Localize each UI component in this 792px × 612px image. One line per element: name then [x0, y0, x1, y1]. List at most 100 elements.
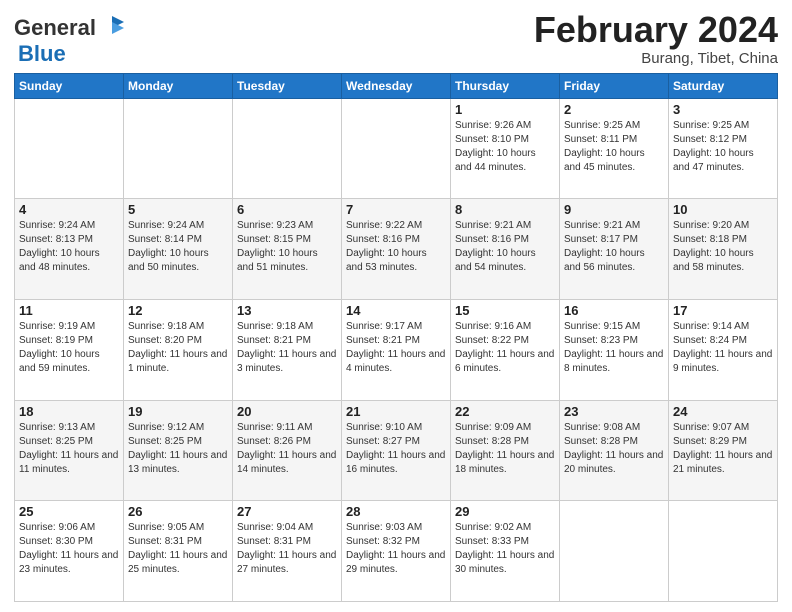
calendar-cell: 2 Sunrise: 9:25 AM Sunset: 8:11 PM Daylig…: [560, 98, 669, 199]
day-info: Sunrise: 9:10 AM Sunset: 8:27 PM Dayligh…: [346, 421, 446, 477]
calendar-cell: 12Sunrise: 9:18 AM Sunset: 8:20 PM Dayli…: [124, 299, 233, 400]
day-info: Sunrise: 9:20 AM Sunset: 8:18 PM Dayligh…: [673, 219, 773, 275]
calendar-cell: 15 Sunrise: 9:16 AM Sunset: 8:22 PM Dayli…: [451, 299, 560, 400]
day-number: 28: [346, 504, 446, 519]
day-number: 9: [564, 202, 664, 217]
day-number: 4: [19, 202, 119, 217]
calendar-cell: 13 Sunrise: 9:18 AM Sunset: 8:21 PM Dayli…: [233, 299, 342, 400]
day-number: 7: [346, 202, 446, 217]
day-info: Sunrise: 9:26 AM Sunset: 8:10 PM Dayligh…: [455, 119, 555, 175]
calendar-cell: 21 Sunrise: 9:10 AM Sunset: 8:27 PM Dayli…: [342, 400, 451, 501]
day-info: Sunrise: 9:25 AM Sunset: 8:12 PM Dayligh…: [673, 119, 773, 175]
header-saturday: Saturday: [669, 73, 778, 98]
calendar-week-1: 1Sunrise: 9:26 AM Sunset: 8:10 PM Daylig…: [15, 98, 778, 199]
day-number: 13: [237, 303, 337, 318]
calendar-cell: 8 Sunrise: 9:21 AM Sunset: 8:16 PM Daylig…: [451, 199, 560, 300]
calendar-cell: 28 Sunrise: 9:03 AM Sunset: 8:32 PM Dayli…: [342, 501, 451, 602]
logo-flag-icon: [98, 14, 126, 42]
day-info: Sunrise: 9:06 AM Sunset: 8:30 PM Dayligh…: [19, 521, 119, 577]
day-info: Sunrise: 9:15 AM Sunset: 8:23 PM Dayligh…: [564, 320, 664, 376]
day-info: Sunrise: 9:16 AM Sunset: 8:22 PM Dayligh…: [455, 320, 555, 376]
calendar-cell: [124, 98, 233, 199]
calendar-cell: 11 Sunrise: 9:19 AM Sunset: 8:19 PM Dayli…: [15, 299, 124, 400]
day-number: 23: [564, 404, 664, 419]
calendar-cell: 27Sunrise: 9:04 AM Sunset: 8:31 PM Dayli…: [233, 501, 342, 602]
day-number: 11: [19, 303, 119, 318]
header-wednesday: Wednesday: [342, 73, 451, 98]
logo: General Blue: [14, 14, 126, 66]
day-number: 3: [673, 102, 773, 117]
calendar-cell: [233, 98, 342, 199]
calendar-cell: 14 Sunrise: 9:17 AM Sunset: 8:21 PM Dayli…: [342, 299, 451, 400]
calendar-cell: [342, 98, 451, 199]
day-info: Sunrise: 9:17 AM Sunset: 8:21 PM Dayligh…: [346, 320, 446, 376]
calendar-cell: 18Sunrise: 9:13 AM Sunset: 8:25 PM Dayli…: [15, 400, 124, 501]
calendar-week-5: 25 Sunrise: 9:06 AM Sunset: 8:30 PM Dayli…: [15, 501, 778, 602]
day-info: Sunrise: 9:03 AM Sunset: 8:32 PM Dayligh…: [346, 521, 446, 577]
day-info: Sunrise: 9:11 AM Sunset: 8:26 PM Dayligh…: [237, 421, 337, 477]
day-info: Sunrise: 9:07 AM Sunset: 8:29 PM Dayligh…: [673, 421, 773, 477]
day-info: Sunrise: 9:25 AM Sunset: 8:11 PM Dayligh…: [564, 119, 664, 175]
day-info: Sunrise: 9:19 AM Sunset: 8:19 PM Dayligh…: [19, 320, 119, 376]
day-number: 17: [673, 303, 773, 318]
day-info: Sunrise: 9:02 AM Sunset: 8:33 PM Dayligh…: [455, 521, 555, 577]
day-info: Sunrise: 9:24 AM Sunset: 8:13 PM Dayligh…: [19, 219, 119, 275]
header-thursday: Thursday: [451, 73, 560, 98]
day-number: 29: [455, 504, 555, 519]
day-number: 12: [128, 303, 228, 318]
calendar-cell: 19 Sunrise: 9:12 AM Sunset: 8:25 PM Dayli…: [124, 400, 233, 501]
calendar-cell: 29 Sunrise: 9:02 AM Sunset: 8:33 PM Dayli…: [451, 501, 560, 602]
calendar-cell: 26Sunrise: 9:05 AM Sunset: 8:31 PM Dayli…: [124, 501, 233, 602]
header-sunday: Sunday: [15, 73, 124, 98]
title-block: February 2024 Burang, Tibet, China: [534, 10, 778, 67]
day-number: 14: [346, 303, 446, 318]
day-info: Sunrise: 9:12 AM Sunset: 8:25 PM Dayligh…: [128, 421, 228, 477]
day-number: 15: [455, 303, 555, 318]
day-number: 21: [346, 404, 446, 419]
page: General Blue February 2024 Burang, Tibet…: [0, 0, 792, 612]
header-tuesday: Tuesday: [233, 73, 342, 98]
day-info: Sunrise: 9:05 AM Sunset: 8:31 PM Dayligh…: [128, 521, 228, 577]
calendar-cell: [15, 98, 124, 199]
day-number: 6: [237, 202, 337, 217]
day-info: Sunrise: 9:14 AM Sunset: 8:24 PM Dayligh…: [673, 320, 773, 376]
day-info: Sunrise: 9:23 AM Sunset: 8:15 PM Dayligh…: [237, 219, 337, 275]
day-number: 24: [673, 404, 773, 419]
day-number: 2: [564, 102, 664, 117]
logo-general: General: [14, 16, 96, 40]
calendar-week-2: 4 Sunrise: 9:24 AM Sunset: 8:13 PM Daylig…: [15, 199, 778, 300]
day-number: 10: [673, 202, 773, 217]
calendar-cell: 1Sunrise: 9:26 AM Sunset: 8:10 PM Daylig…: [451, 98, 560, 199]
day-number: 22: [455, 404, 555, 419]
calendar-cell: 24 Sunrise: 9:07 AM Sunset: 8:29 PM Dayli…: [669, 400, 778, 501]
calendar-cell: 16 Sunrise: 9:15 AM Sunset: 8:23 PM Dayli…: [560, 299, 669, 400]
day-info: Sunrise: 9:08 AM Sunset: 8:28 PM Dayligh…: [564, 421, 664, 477]
day-info: Sunrise: 9:04 AM Sunset: 8:31 PM Dayligh…: [237, 521, 337, 577]
calendar-cell: 10 Sunrise: 9:20 AM Sunset: 8:18 PM Dayli…: [669, 199, 778, 300]
calendar-location: Burang, Tibet, China: [534, 50, 778, 67]
calendar-cell: 22 Sunrise: 9:09 AM Sunset: 8:28 PM Dayli…: [451, 400, 560, 501]
calendar-cell: 25 Sunrise: 9:06 AM Sunset: 8:30 PM Dayli…: [15, 501, 124, 602]
calendar-title: February 2024: [534, 10, 778, 50]
day-info: Sunrise: 9:18 AM Sunset: 8:21 PM Dayligh…: [237, 320, 337, 376]
calendar-cell: 20Sunrise: 9:11 AM Sunset: 8:26 PM Dayli…: [233, 400, 342, 501]
calendar-cell: [669, 501, 778, 602]
day-number: 19: [128, 404, 228, 419]
day-number: 8: [455, 202, 555, 217]
day-number: 25: [19, 504, 119, 519]
day-info: Sunrise: 9:09 AM Sunset: 8:28 PM Dayligh…: [455, 421, 555, 477]
calendar-cell: 4 Sunrise: 9:24 AM Sunset: 8:13 PM Daylig…: [15, 199, 124, 300]
calendar-cell: 17 Sunrise: 9:14 AM Sunset: 8:24 PM Dayli…: [669, 299, 778, 400]
logo-blue: Blue: [18, 41, 66, 66]
day-info: Sunrise: 9:22 AM Sunset: 8:16 PM Dayligh…: [346, 219, 446, 275]
day-info: Sunrise: 9:24 AM Sunset: 8:14 PM Dayligh…: [128, 219, 228, 275]
calendar-cell: 3 Sunrise: 9:25 AM Sunset: 8:12 PM Daylig…: [669, 98, 778, 199]
day-number: 16: [564, 303, 664, 318]
header: General Blue February 2024 Burang, Tibet…: [14, 10, 778, 67]
calendar-cell: 6 Sunrise: 9:23 AM Sunset: 8:15 PM Daylig…: [233, 199, 342, 300]
day-info: Sunrise: 9:21 AM Sunset: 8:16 PM Dayligh…: [455, 219, 555, 275]
calendar-cell: 23 Sunrise: 9:08 AM Sunset: 8:28 PM Dayli…: [560, 400, 669, 501]
calendar-cell: 9Sunrise: 9:21 AM Sunset: 8:17 PM Daylig…: [560, 199, 669, 300]
calendar-cell: [560, 501, 669, 602]
day-number: 18: [19, 404, 119, 419]
